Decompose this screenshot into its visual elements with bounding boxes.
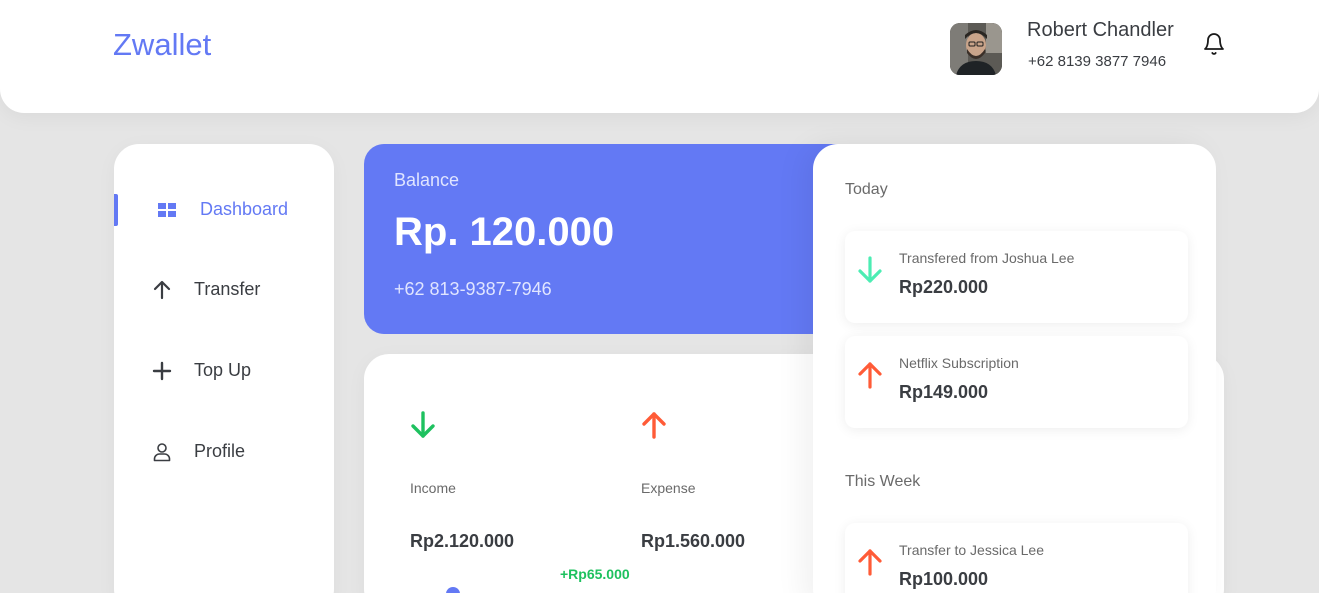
sidebar-item-profile[interactable]: Profile (114, 436, 334, 468)
arrow-up-icon (855, 547, 885, 577)
active-indicator (114, 194, 118, 226)
chart-tooltip: +Rp65.000 (560, 566, 630, 582)
bell-icon[interactable] (1203, 32, 1225, 56)
transaction-history-panel: Today Transfered from Joshua Lee Rp220.0… (813, 144, 1216, 593)
transaction-label: Transfered from Joshua Lee (899, 250, 1075, 266)
income-label: Income (410, 480, 456, 496)
user-avatar[interactable] (950, 23, 1002, 75)
avatar-image (950, 23, 1002, 75)
sidebar-item-label: Profile (194, 441, 246, 461)
sidebar-item-topup[interactable]: Top Up (114, 355, 334, 387)
balance-amount: Rp. 120.000 (394, 210, 615, 254)
expense-label: Expense (641, 480, 696, 496)
balance-card: Balance Rp. 120.000 +62 813-9387-7946 (364, 144, 884, 334)
balance-phone: +62 813-9387-7946 (394, 279, 552, 299)
sidebar-item-transfer[interactable]: Transfer (114, 274, 334, 306)
user-phone: +62 8139 3877 7946 (1028, 53, 1167, 70)
sidebar-item-label: Top Up (194, 360, 252, 380)
income-value: Rp2.120.000 (410, 531, 515, 551)
transaction-item[interactable]: Netflix Subscription Rp149.000 (845, 336, 1188, 428)
arrow-up-icon (639, 410, 669, 440)
section-title-today: Today (845, 181, 888, 198)
grid-icon (155, 198, 179, 222)
sidebar-item-dashboard[interactable]: Dashboard (114, 194, 334, 226)
brand-logo[interactable]: Zwallet (113, 27, 211, 63)
top-header: Zwallet Robert Chandler +62 8139 3877 79… (0, 0, 1319, 113)
arrow-down-icon (408, 410, 438, 440)
sidebar: Dashboard Transfer Top Up Profile (114, 144, 334, 593)
arrow-down-icon (855, 255, 885, 285)
chart-point[interactable] (446, 587, 460, 593)
expense-value: Rp1.560.000 (641, 531, 746, 551)
arrow-up-icon (855, 360, 885, 390)
transaction-label: Transfer to Jessica Lee (899, 542, 1044, 558)
sidebar-item-label: Dashboard (200, 199, 289, 219)
user-icon (150, 440, 174, 464)
transaction-amount: Rp149.000 (899, 382, 989, 402)
transaction-amount: Rp220.000 (899, 277, 989, 297)
transaction-amount: Rp100.000 (899, 569, 989, 589)
plus-icon (150, 359, 174, 383)
balance-label: Balance (394, 170, 460, 190)
user-name: Robert Chandler (1027, 19, 1174, 41)
transaction-item[interactable]: Transfer to Jessica Lee Rp100.000 (845, 523, 1188, 593)
transaction-item[interactable]: Transfered from Joshua Lee Rp220.000 (845, 231, 1188, 323)
arrow-up-icon (150, 278, 174, 302)
section-title-week: This Week (845, 473, 921, 490)
transaction-label: Netflix Subscription (899, 355, 1019, 371)
sidebar-item-label: Transfer (194, 279, 261, 299)
